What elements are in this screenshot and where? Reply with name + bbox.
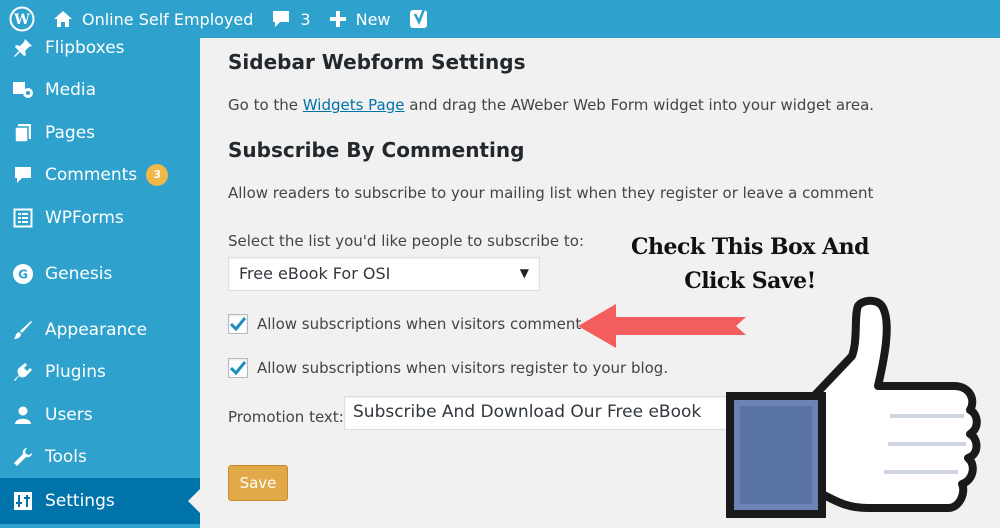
sidebar-item-flipboxes[interactable]: Flipboxes <box>0 28 200 68</box>
allow-register-subscriptions-row: Allow subscriptions when visitors regist… <box>228 358 668 378</box>
allow-comment-subscriptions-row: Allow subscriptions when visitors commen… <box>228 314 586 334</box>
allow-comment-subscriptions-checkbox[interactable] <box>228 314 248 334</box>
yoast-icon <box>409 8 427 28</box>
sidebar-item-genesis[interactable]: G Genesis <box>0 254 200 294</box>
sidebar-item-label: Media <box>45 80 97 100</box>
sidebar-item-users[interactable]: Users <box>0 395 200 435</box>
checkmark-icon <box>230 361 246 375</box>
sidebar-item-settings[interactable]: Settings <box>0 478 200 524</box>
sidebar-item-label: Settings <box>45 491 115 511</box>
promotion-text-label: Promotion text: <box>228 408 344 426</box>
sidebar-item-label: Plugins <box>45 362 106 382</box>
widgets-page-link[interactable]: Widgets Page <box>303 96 405 114</box>
users-icon <box>0 405 45 425</box>
pages-icon <box>0 123 45 143</box>
wrench-icon <box>0 447 45 467</box>
genesis-icon: G <box>0 263 45 285</box>
comments-link[interactable]: 3 <box>262 0 319 38</box>
allow-register-subscriptions-label: Allow subscriptions when visitors regist… <box>257 359 669 377</box>
new-content-link[interactable]: New <box>320 0 400 38</box>
promotion-text-input[interactable]: Subscribe And Download Our Free eBook <box>344 396 744 430</box>
sidebar-item-appearance[interactable]: Appearance <box>0 310 200 350</box>
svg-text:G: G <box>18 268 28 282</box>
subscribe-commenting-heading: Subscribe By Commenting <box>228 138 525 162</box>
media-icon <box>0 80 45 100</box>
settings-icon <box>0 491 45 511</box>
forms-icon <box>0 208 45 228</box>
sidebar-item-label: Comments <box>45 165 138 185</box>
instruction-text-before: Go to the <box>228 96 303 114</box>
svg-text:W: W <box>13 12 30 28</box>
sidebar-item-comments[interactable]: Comments 3 <box>0 155 200 195</box>
webform-instructions: Go to the Widgets Page and drag the AWeb… <box>228 96 874 114</box>
save-button[interactable]: Save <box>228 465 288 501</box>
instruction-text-after: and drag the AWeber Web Form widget into… <box>404 96 875 114</box>
sidebar-item-label: Tools <box>45 447 87 467</box>
sidebar-item-label: Genesis <box>45 264 113 284</box>
sidebar-item-label: Users <box>45 405 93 425</box>
sidebar-item-label: Pages <box>45 123 96 143</box>
callout-line-1: Check This Box And <box>630 234 870 260</box>
mailing-list-select[interactable]: Free eBook For OSI ▼ <box>228 257 540 291</box>
yoast-menu[interactable] <box>400 0 440 38</box>
sidebar-item-pages[interactable]: Pages <box>0 113 200 153</box>
comment-bubble-icon <box>273 11 290 27</box>
plus-icon <box>329 11 346 27</box>
brush-icon <box>0 320 45 340</box>
subscribe-description: Allow readers to subscribe to your maili… <box>228 184 874 202</box>
thumbs-up-icon <box>726 296 981 518</box>
callout-line-2: Click Save! <box>684 268 816 294</box>
pin-icon <box>0 38 45 58</box>
comments-count-badge: 3 <box>146 164 169 186</box>
sidebar-item-label: Appearance <box>45 320 148 340</box>
webform-settings-heading: Sidebar Webform Settings <box>228 50 526 74</box>
instruction-callout: Check This Box And Click Save! <box>612 230 888 298</box>
comment-icon <box>0 165 45 185</box>
allow-register-subscriptions-checkbox[interactable] <box>228 358 248 378</box>
site-name: Online Self Employed <box>82 9 254 29</box>
sidebar-item-label: WPForms <box>45 208 124 228</box>
sidebar-item-plugins[interactable]: Plugins <box>0 352 200 392</box>
mailing-list-selected-value: Free eBook For OSI <box>239 264 391 283</box>
checkmark-icon <box>230 317 246 331</box>
red-arrow-icon <box>578 304 746 348</box>
sidebar-item-label: Flipboxes <box>45 38 125 58</box>
home-icon <box>54 11 72 27</box>
comments-count: 3 <box>300 9 311 29</box>
dropdown-arrow-icon: ▼ <box>519 266 529 280</box>
sidebar-item-tools[interactable]: Tools <box>0 437 200 477</box>
sidebar-item-wpforms[interactable]: WPForms <box>0 198 200 238</box>
sidebar-item-media[interactable]: Media <box>0 70 200 110</box>
allow-comment-subscriptions-label: Allow subscriptions when visitors commen… <box>257 315 587 333</box>
admin-sidebar: Flipboxes Media Pages Comments 3 WPForms… <box>0 38 200 528</box>
list-select-label: Select the list you'd like people to sub… <box>228 232 584 250</box>
new-label: New <box>355 9 391 29</box>
plugin-icon <box>0 362 45 382</box>
